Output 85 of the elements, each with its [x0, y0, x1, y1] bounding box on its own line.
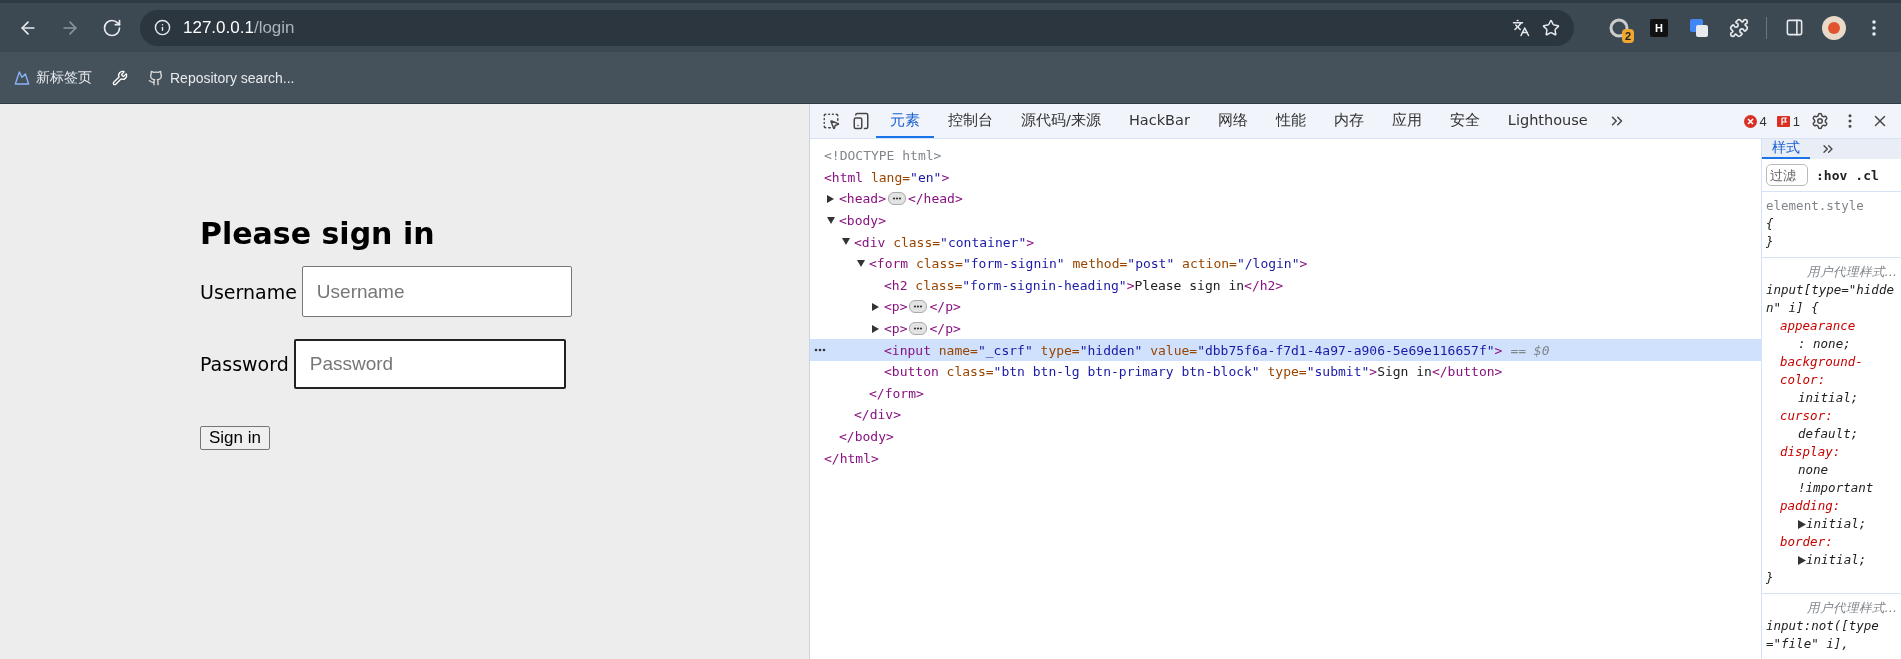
brace: } — [1766, 233, 1775, 251]
filter-field[interactable]: 过滤 — [1766, 164, 1808, 186]
dom-node-row[interactable]: </div> — [810, 404, 1761, 426]
ellipsis-icon[interactable] — [887, 192, 906, 206]
more-icon — [814, 348, 826, 353]
property-name: background-color: — [1780, 353, 1864, 389]
property-value: : none; — [1798, 335, 1851, 353]
info-icon — [154, 19, 171, 36]
mountain-icon — [14, 69, 30, 86]
bookmark-link[interactable]: 新标签页 — [14, 68, 92, 87]
devtools-tab[interactable]: 内存 — [1319, 104, 1378, 138]
error-count[interactable]: 4 — [1738, 104, 1772, 138]
extension-badge: 2 — [1621, 28, 1634, 43]
dom-node-row[interactable]: <body> — [810, 209, 1761, 232]
rule-selector: input[type="hidden" i] { — [1766, 281, 1895, 317]
expand-triangle-icon[interactable] — [872, 324, 880, 333]
side-panel-icon — [1784, 18, 1804, 37]
property-value: initial; — [1806, 551, 1867, 569]
property-value: initial; — [1798, 389, 1859, 407]
expand-triangle-icon[interactable] — [827, 216, 835, 225]
menu-icon — [1872, 19, 1876, 36]
rule-selector: element.style — [1766, 197, 1865, 215]
dom-node-row[interactable]: <div class="container"> — [810, 231, 1761, 253]
rule-source: 用户代理样式… — [1805, 263, 1897, 281]
expand-triangle-icon[interactable] — [827, 195, 835, 203]
brace: } — [1766, 569, 1775, 587]
circle-icon — [1609, 17, 1629, 38]
address-bar[interactable]: 127.0.0.1/login — [140, 9, 1574, 46]
page-heading: Please sign in — [200, 216, 436, 251]
extension-button[interactable]: H — [1642, 10, 1676, 45]
style-toggle[interactable]: .cl — [1855, 167, 1879, 183]
expand-triangle-icon[interactable] — [857, 259, 865, 268]
devtools-tab[interactable]: 源代码/来源 — [1007, 104, 1115, 138]
devtools-tab[interactable]: Lighthouse — [1493, 104, 1602, 138]
devtools-tab[interactable]: 应用 — [1377, 104, 1436, 138]
dom-node-row[interactable]: <form class="form-signin" method="post" action="/login"> — [810, 252, 1761, 275]
wrench-icon — [112, 69, 128, 86]
reload-icon — [102, 17, 122, 38]
dom-node-row[interactable]: </html> — [810, 447, 1761, 469]
property-value: none !important — [1798, 461, 1875, 497]
property-value: default; — [1798, 425, 1859, 443]
property-name: display: — [1780, 443, 1842, 461]
devtools-tab[interactable]: 安全 — [1435, 104, 1494, 138]
flag-icon — [1776, 114, 1790, 128]
dom-node-row[interactable]: <p> </p> — [810, 317, 1761, 340]
devtools-tab[interactable]: 性能 — [1261, 104, 1320, 138]
devtools-tab[interactable]: HackBar — [1114, 104, 1204, 138]
property-name: border: — [1780, 533, 1834, 551]
input-field[interactable]: Password — [293, 339, 566, 389]
puzzle-icon — [1729, 17, 1749, 38]
property-name: appearance — [1780, 317, 1857, 335]
rule-source: 用户代理样式… — [1805, 599, 1897, 617]
expand-triangle-icon[interactable] — [842, 238, 850, 247]
error-icon — [1743, 114, 1757, 128]
dom-node-row[interactable]: <button class="btn btn-lg btn-primary btn-block" type="submit">Sign in</button> — [810, 360, 1761, 383]
property-name: padding: — [1780, 497, 1842, 515]
rule-selector: input:not([type="file" i], — [1766, 617, 1880, 653]
extension-button[interactable]: 2 — [1602, 10, 1636, 45]
github-icon — [148, 69, 164, 86]
dom-node-row[interactable]: </form> — [810, 382, 1761, 405]
bookmark-link[interactable] — [112, 69, 128, 86]
issue-count[interactable]: 1 — [1771, 104, 1805, 138]
devtools-tab[interactable]: 网络 — [1203, 104, 1262, 138]
field-label: Username — [200, 280, 297, 303]
dom-node-row[interactable]: <h2 class="form-signin-heading">Please sign in</h2> — [810, 274, 1761, 297]
ellipsis-icon[interactable] — [909, 322, 928, 336]
dom-node-row[interactable]: <head> </head> — [810, 188, 1761, 210]
bookmark-link[interactable]: Repository search... — [148, 69, 295, 86]
devtools-tab[interactable]: 控制台 — [934, 104, 1007, 138]
dom-node-row[interactable]: <html lang="en"> — [810, 166, 1761, 189]
style-toggle[interactable]: :hov — [1816, 167, 1848, 183]
property-name: cursor: — [1780, 407, 1834, 425]
dom-node-row[interactable]: </body> — [810, 425, 1761, 448]
dom-node-row[interactable]: <!DOCTYPE html> — [810, 145, 1761, 167]
expand-triangle-icon[interactable] — [872, 302, 880, 311]
sign-in-button[interactable]: Sign in — [200, 426, 270, 450]
dom-node-row[interactable]: <input name="_csrf" type="hidden" value="dbb75f6a-f7d1-4a97-a906-5e69e116657f"> == $0 — [810, 339, 1761, 361]
field-label: Password — [200, 353, 289, 375]
input-field[interactable]: Username — [301, 266, 572, 317]
devtools-tab[interactable]: 元素 — [876, 104, 934, 138]
ellipsis-icon[interactable] — [909, 300, 928, 314]
star-icon[interactable] — [1542, 18, 1560, 37]
dom-node-row[interactable]: <p> </p> — [810, 296, 1761, 318]
brace: { — [1766, 215, 1775, 233]
property-value: initial; — [1806, 515, 1867, 533]
